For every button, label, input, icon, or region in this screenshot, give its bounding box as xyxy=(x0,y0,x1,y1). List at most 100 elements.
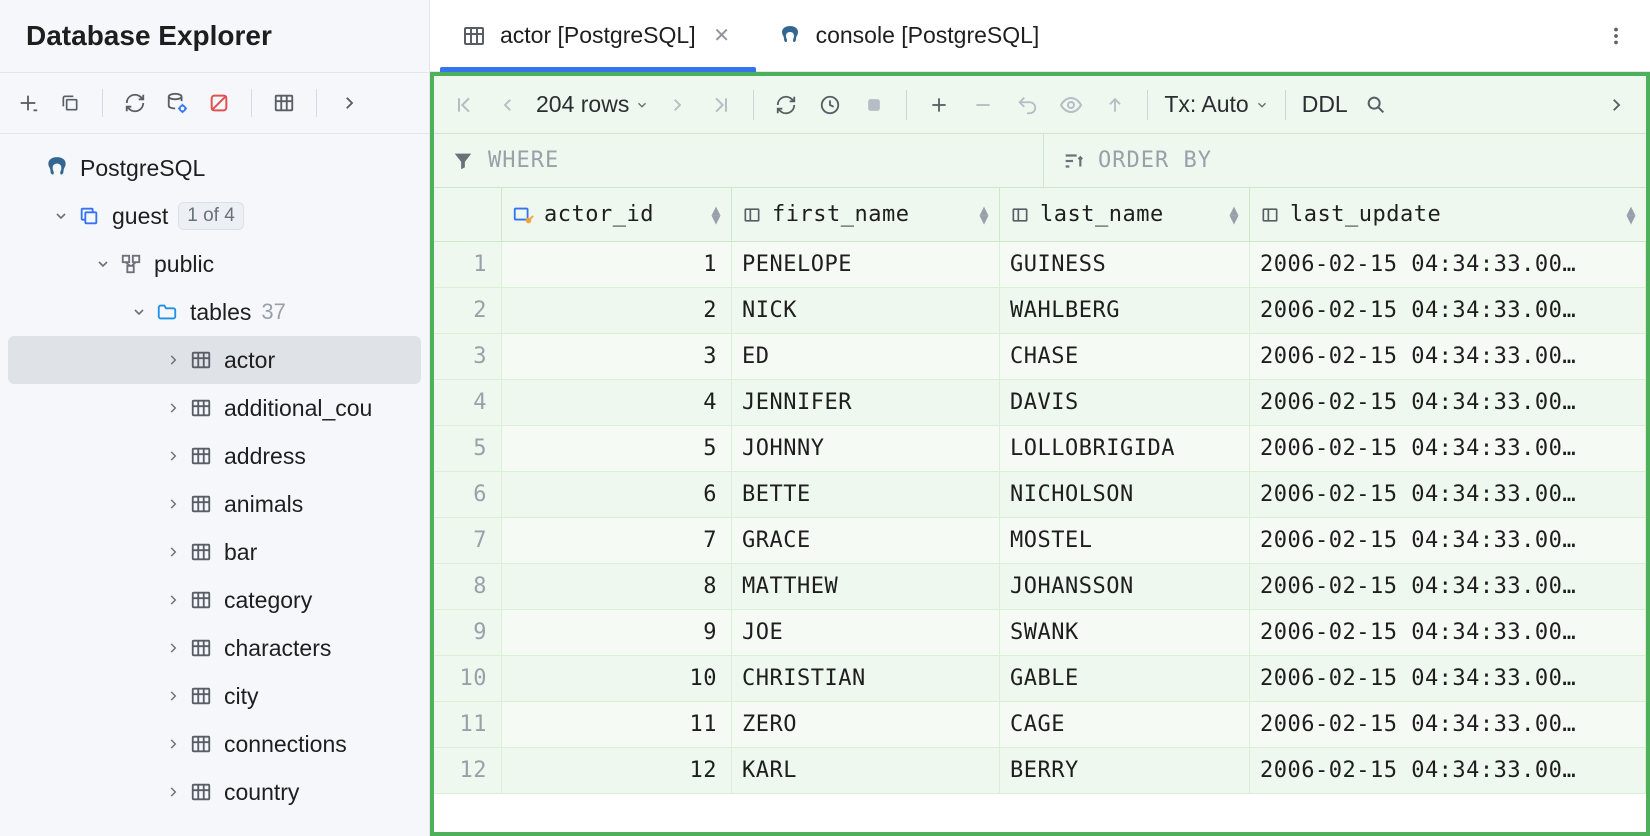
cell-actor-id[interactable]: 1 xyxy=(502,242,732,287)
tree-table-address[interactable]: address xyxy=(0,432,429,480)
cell-actor-id[interactable]: 2 xyxy=(502,288,732,333)
cell-actor-id[interactable]: 9 xyxy=(502,610,732,655)
disconnect-button[interactable] xyxy=(199,83,239,123)
tree-table-bar[interactable]: bar xyxy=(0,528,429,576)
cell-last-name[interactable]: GABLE xyxy=(1000,656,1250,701)
table-row[interactable]: 1212KARLBERRY2006-02-15 04:34:33.00… xyxy=(434,748,1646,794)
table-row[interactable]: 77GRACEMOSTEL2006-02-15 04:34:33.00… xyxy=(434,518,1646,564)
toolbar-expand-button[interactable] xyxy=(1594,83,1638,127)
table-row[interactable]: 11PENELOPEGUINESS2006-02-15 04:34:33.00… xyxy=(434,242,1646,288)
cell-first-name[interactable]: ZERO xyxy=(732,702,1000,747)
cell-actor-id[interactable]: 12 xyxy=(502,748,732,793)
tab-actor[interactable]: actor [PostgreSQL] ✕ xyxy=(440,0,756,71)
cell-last-name[interactable]: SWANK xyxy=(1000,610,1250,655)
cell-first-name[interactable]: NICK xyxy=(732,288,1000,333)
tree-table-actor[interactable]: actor xyxy=(8,336,421,384)
cell-actor-id[interactable]: 8 xyxy=(502,564,732,609)
cell-last-update[interactable]: 2006-02-15 04:34:33.00… xyxy=(1250,242,1646,287)
where-filter-input[interactable]: WHERE xyxy=(434,134,1044,187)
tree-table-city[interactable]: city xyxy=(0,672,429,720)
cell-first-name[interactable]: BETTE xyxy=(732,472,1000,517)
cell-last-name[interactable]: CAGE xyxy=(1000,702,1250,747)
cell-first-name[interactable]: JOE xyxy=(732,610,1000,655)
table-row[interactable]: 1010CHRISTIANGABLE2006-02-15 04:34:33.00… xyxy=(434,656,1646,702)
cell-last-update[interactable]: 2006-02-15 04:34:33.00… xyxy=(1250,288,1646,333)
next-page-button[interactable] xyxy=(655,83,699,127)
cell-actor-id[interactable]: 11 xyxy=(502,702,732,747)
cell-actor-id[interactable]: 7 xyxy=(502,518,732,563)
ddl-button[interactable]: DDL xyxy=(1296,91,1354,118)
last-page-button[interactable] xyxy=(699,83,743,127)
tree-table-animals[interactable]: animals xyxy=(0,480,429,528)
table-row[interactable]: 99JOESWANK2006-02-15 04:34:33.00… xyxy=(434,610,1646,656)
cell-first-name[interactable]: KARL xyxy=(732,748,1000,793)
reload-button[interactable] xyxy=(764,83,808,127)
tree-database[interactable]: guest 1 of 4 xyxy=(0,192,429,240)
refresh-button[interactable] xyxy=(115,83,155,123)
cell-last-update[interactable]: 2006-02-15 04:34:33.00… xyxy=(1250,656,1646,701)
column-header-first-name[interactable]: first_name ▲▼ xyxy=(732,188,1000,241)
tab-console[interactable]: console [PostgreSQL] xyxy=(756,0,1062,71)
cell-first-name[interactable]: JOHNNY xyxy=(732,426,1000,471)
cell-last-name[interactable]: BERRY xyxy=(1000,748,1250,793)
submit-button[interactable] xyxy=(1093,83,1137,127)
table-row[interactable]: 88MATTHEWJOHANSSON2006-02-15 04:34:33.00… xyxy=(434,564,1646,610)
cell-first-name[interactable]: JENNIFER xyxy=(732,380,1000,425)
delete-row-button[interactable] xyxy=(961,83,1005,127)
tree-tables-folder[interactable]: tables 37 xyxy=(0,288,429,336)
tree-table-characters[interactable]: characters xyxy=(0,624,429,672)
duplicate-button[interactable] xyxy=(50,83,90,123)
cell-first-name[interactable]: CHRISTIAN xyxy=(732,656,1000,701)
tree-table-connections[interactable]: connections xyxy=(0,720,429,768)
table-row[interactable]: 22NICKWAHLBERG2006-02-15 04:34:33.00… xyxy=(434,288,1646,334)
tree-table-category[interactable]: category xyxy=(0,576,429,624)
cell-last-name[interactable]: DAVIS xyxy=(1000,380,1250,425)
first-page-button[interactable] xyxy=(442,83,486,127)
table-row[interactable]: 1111ZEROCAGE2006-02-15 04:34:33.00… xyxy=(434,702,1646,748)
close-icon[interactable]: ✕ xyxy=(710,23,734,48)
column-header-last-name[interactable]: last_name ▲▼ xyxy=(1000,188,1250,241)
cell-first-name[interactable]: MATTHEW xyxy=(732,564,1000,609)
row-count-selector[interactable]: 204 rows xyxy=(530,91,655,118)
cell-last-name[interactable]: MOSTEL xyxy=(1000,518,1250,563)
tree-schema[interactable]: public xyxy=(0,240,429,288)
table-row[interactable]: 55JOHNNYLOLLOBRIGIDA2006-02-15 04:34:33.… xyxy=(434,426,1646,472)
cell-last-update[interactable]: 2006-02-15 04:34:33.00… xyxy=(1250,380,1646,425)
gutter-header[interactable] xyxy=(434,188,502,241)
cell-last-update[interactable]: 2006-02-15 04:34:33.00… xyxy=(1250,564,1646,609)
column-header-actor-id[interactable]: actor_id ▲▼ xyxy=(502,188,732,241)
column-header-last-update[interactable]: last_update ▲▼ xyxy=(1250,188,1646,241)
search-button[interactable] xyxy=(1354,83,1398,127)
cell-last-update[interactable]: 2006-02-15 04:34:33.00… xyxy=(1250,426,1646,471)
cell-last-update[interactable]: 2006-02-15 04:34:33.00… xyxy=(1250,518,1646,563)
orderby-filter-input[interactable]: ORDER BY xyxy=(1044,134,1646,187)
cell-actor-id[interactable]: 4 xyxy=(502,380,732,425)
tx-mode-selector[interactable]: Tx: Auto xyxy=(1158,91,1274,118)
table-row[interactable]: 33EDCHASE2006-02-15 04:34:33.00… xyxy=(434,334,1646,380)
cell-actor-id[interactable]: 6 xyxy=(502,472,732,517)
datasource-properties-button[interactable] xyxy=(157,83,197,123)
add-datasource-button[interactable] xyxy=(8,83,48,123)
cell-actor-id[interactable]: 5 xyxy=(502,426,732,471)
table-row[interactable]: 44JENNIFERDAVIS2006-02-15 04:34:33.00… xyxy=(434,380,1646,426)
cell-last-update[interactable]: 2006-02-15 04:34:33.00… xyxy=(1250,334,1646,379)
tabs-more-button[interactable] xyxy=(1592,12,1640,60)
cell-last-name[interactable]: CHASE xyxy=(1000,334,1250,379)
cell-last-name[interactable]: LOLLOBRIGIDA xyxy=(1000,426,1250,471)
expand-menu-button[interactable] xyxy=(329,83,369,123)
history-button[interactable] xyxy=(808,83,852,127)
tree-datasource[interactable]: PostgreSQL xyxy=(0,144,429,192)
cell-actor-id[interactable]: 10 xyxy=(502,656,732,701)
cell-last-name[interactable]: JOHANSSON xyxy=(1000,564,1250,609)
cell-last-update[interactable]: 2006-02-15 04:34:33.00… xyxy=(1250,748,1646,793)
cell-last-update[interactable]: 2006-02-15 04:34:33.00… xyxy=(1250,472,1646,517)
tree-table-country[interactable]: country xyxy=(0,768,429,816)
cell-last-name[interactable]: GUINESS xyxy=(1000,242,1250,287)
preview-button[interactable] xyxy=(1049,83,1093,127)
cell-last-update[interactable]: 2006-02-15 04:34:33.00… xyxy=(1250,610,1646,655)
cell-last-name[interactable]: NICHOLSON xyxy=(1000,472,1250,517)
cell-first-name[interactable]: GRACE xyxy=(732,518,1000,563)
stop-button[interactable] xyxy=(852,83,896,127)
cell-first-name[interactable]: ED xyxy=(732,334,1000,379)
revert-button[interactable] xyxy=(1005,83,1049,127)
